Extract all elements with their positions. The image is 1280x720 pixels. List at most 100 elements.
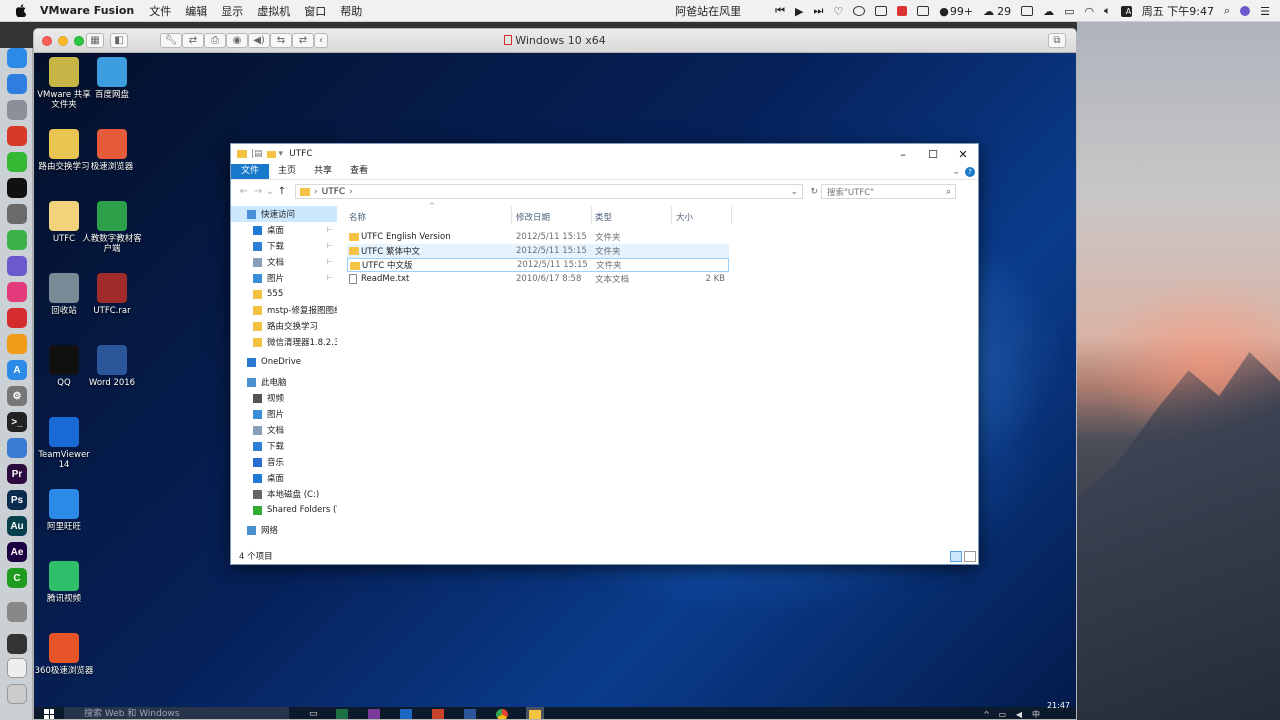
quick-access-dropdown-icon[interactable]: ▾ [279, 149, 284, 159]
nav-pc-item-6[interactable]: 本地磁盘 (C:) [231, 486, 337, 502]
breadcrumb-utfc[interactable]: UTFC [322, 187, 346, 197]
new-folder-quick-icon[interactable] [266, 150, 276, 158]
menu-view[interactable]: 显示 [214, 3, 250, 19]
nav-recent-3[interactable]: 微信清理器1.8.2.3 [231, 334, 337, 350]
refresh-icon[interactable]: ↻ [810, 187, 818, 197]
tab-view[interactable]: 查看 [341, 164, 377, 179]
taskbar-search[interactable]: 搜索 Web 和 Windows [64, 707, 289, 719]
app-menu-vmware[interactable]: VMware Fusion [36, 4, 142, 17]
desktop-icon-baidu-netdisk[interactable]: 百度网盘 [82, 57, 142, 100]
desktop-icon-speed-browser[interactable]: 极速浏览器 [82, 129, 142, 172]
tab-file[interactable]: 文件 [231, 164, 270, 179]
dock-after-effects-icon[interactable]: Ae [7, 542, 27, 562]
ime-tray-text[interactable]: 中 [1032, 709, 1040, 720]
airplay-icon[interactable]: ▭ [1059, 5, 1079, 18]
dock-wechat-icon[interactable] [7, 152, 27, 172]
up-arrow-icon[interactable]: ↑ [275, 186, 289, 197]
column-size[interactable]: 大小 [676, 210, 693, 224]
pin-icon[interactable]: ⊢ [327, 242, 333, 250]
dock-system-preferences-icon[interactable]: ⚙ [7, 386, 27, 406]
back-arrow-icon[interactable]: ← [237, 186, 251, 197]
clock-text[interactable]: 周五 下午9:47 [1137, 3, 1219, 19]
cloud-sync-icon[interactable]: ☁ [1038, 5, 1059, 18]
qq-status-icon[interactable]: ● 99+ [934, 5, 978, 18]
desktop-icon-360-browser[interactable]: 360极速浏览器 [34, 633, 94, 676]
siri-icon[interactable] [1235, 6, 1255, 16]
desktop-icon-tencent-video[interactable]: 腾讯视频 [34, 561, 94, 604]
nav-pc-item-4[interactable]: 音乐 [231, 454, 337, 470]
large-icons-view-button[interactable] [964, 551, 976, 562]
fullscreen-button[interactable]: ⧉ [1048, 33, 1066, 48]
dock-terminal-2-icon[interactable] [7, 634, 27, 654]
column-modified[interactable]: 修改日期 [516, 210, 550, 224]
nav-recent-2[interactable]: 路由交换学习 [231, 318, 337, 334]
dock-vmware-icon[interactable] [7, 602, 27, 622]
dock-textedit-icon[interactable] [7, 658, 27, 678]
dock-trash-icon[interactable] [7, 684, 27, 704]
weather-icon[interactable]: ☁ 29 [978, 5, 1016, 18]
dock-photoshop-icon[interactable]: Ps [7, 490, 27, 510]
chrome-taskbar-icon[interactable] [495, 708, 508, 719]
next-track-icon[interactable]: ⏭ [809, 4, 829, 18]
dock-facetime-icon[interactable] [7, 230, 27, 250]
menu-help[interactable]: 帮助 [333, 3, 369, 19]
volume-tray-icon[interactable]: ◀ [1016, 710, 1022, 719]
play-icon[interactable]: ▶ [790, 5, 808, 18]
pin-icon[interactable]: ⊢ [327, 274, 333, 282]
show-hidden-icons[interactable]: ^ [983, 710, 990, 719]
nav-onedrive[interactable]: OneDrive [231, 354, 337, 370]
dock-audition-icon[interactable]: Au [7, 516, 27, 536]
forward-arrow-icon[interactable]: → [251, 186, 265, 197]
explorer-taskbar-icon[interactable] [525, 707, 544, 719]
expand-ribbon-icon[interactable]: ⌄ [952, 167, 960, 177]
nav-recent-0[interactable]: 555 [231, 286, 337, 302]
pin-icon[interactable]: ⊢ [327, 226, 333, 234]
task-view-icon[interactable]: ▭ [309, 709, 318, 719]
nav-network[interactable]: 网络 [231, 522, 337, 538]
desktop-icon-aliwangwang[interactable]: 阿里旺旺 [34, 489, 94, 532]
search-box[interactable]: 搜索"UTFC" ⌕ [821, 184, 956, 199]
desktop-icon-utfc-rar[interactable]: UTFC.rar [82, 273, 142, 316]
nav-pc-item-2[interactable]: 文档 [231, 422, 337, 438]
address-bar[interactable]: › UTFC › ⌄ ↻ [295, 184, 818, 199]
nav-pc-item-3[interactable]: 下载 [231, 438, 337, 454]
menu-window[interactable]: 窗口 [297, 3, 333, 19]
spotlight-search-icon[interactable]: ⌕ [1219, 4, 1235, 18]
notification-center-icon[interactable]: ☰ [1255, 5, 1280, 18]
desktop-icon-teamviewer[interactable]: TeamViewer 14 [34, 417, 94, 470]
tab-share[interactable]: 共享 [305, 164, 341, 179]
column-type[interactable]: 类型 [595, 210, 612, 224]
nvidia-icon[interactable] [1016, 6, 1038, 16]
nav-pc-item-0[interactable]: 视频 [231, 390, 337, 406]
desktop-icon-pep-digital-textbook[interactable]: 人教数字教材客户端 [82, 201, 142, 254]
menu-file[interactable]: 文件 [142, 3, 178, 19]
input-method-icon[interactable]: A [1116, 5, 1137, 17]
dock-books-icon[interactable] [7, 334, 27, 354]
dock-preview-icon[interactable] [7, 438, 27, 458]
recent-dropdown-icon[interactable]: ⌄ [265, 186, 275, 197]
red-app-status-icon[interactable] [892, 6, 912, 16]
details-view-button[interactable] [950, 551, 962, 562]
nav-this-pc[interactable]: 此电脑 [231, 374, 337, 390]
start-button[interactable] [44, 709, 54, 719]
outlook-taskbar-icon[interactable] [399, 708, 412, 719]
dock-qq-icon[interactable] [7, 178, 27, 198]
dock-terminal-icon[interactable]: >_ [7, 412, 27, 432]
apple-icon[interactable] [14, 4, 28, 18]
menu-vm[interactable]: 虚拟机 [250, 3, 297, 19]
dock-camtasia-icon[interactable]: C [7, 568, 27, 588]
file-row[interactable]: UTFC English Version 2012/5/11 15:15 文件夹 [347, 230, 729, 244]
dock-launchpad-icon[interactable] [7, 100, 27, 120]
dock-app-store-icon[interactable]: A [7, 360, 27, 380]
nav-pinned-3[interactable]: 图片 ⊢ [231, 270, 337, 286]
dock-photos-icon[interactable] [7, 204, 27, 224]
nav-quick-access[interactable]: 快速访问 [231, 206, 337, 222]
now-playing-text[interactable]: 阿爸站在风里 [670, 3, 746, 19]
nav-pinned-1[interactable]: 下载 ⊢ [231, 238, 337, 254]
help-icon[interactable]: ? [965, 166, 975, 177]
powerpoint-taskbar-icon[interactable] [431, 708, 444, 719]
nav-pc-item-5[interactable]: 桌面 [231, 470, 337, 486]
excel-taskbar-icon[interactable] [335, 708, 348, 719]
file-row[interactable]: ReadMe.txt 2010/6/17 8:58 文本文档 2 KB [347, 272, 729, 286]
clipboard-status-icon[interactable] [870, 6, 892, 16]
